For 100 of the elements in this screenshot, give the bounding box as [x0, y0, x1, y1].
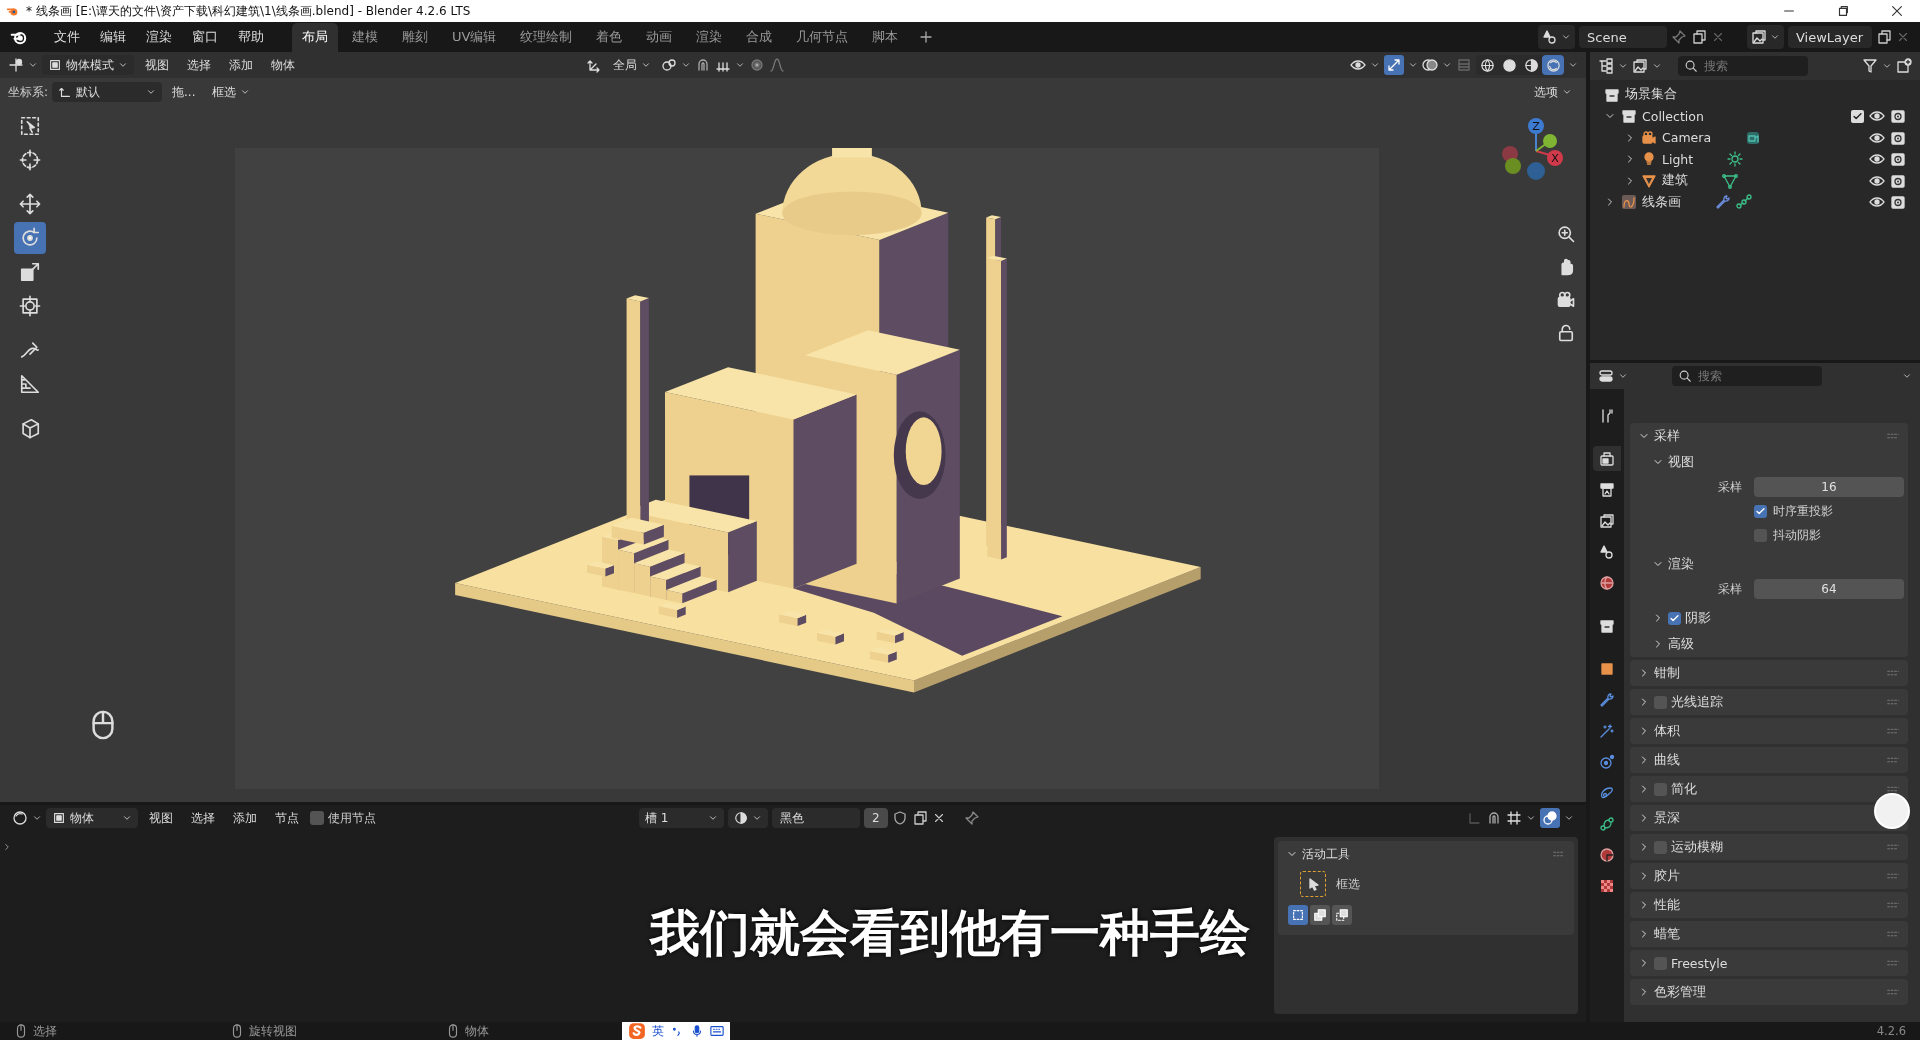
- pin-icon[interactable]: [963, 810, 980, 826]
- options-dropdown[interactable]: 选项: [1528, 82, 1578, 102]
- checkbox[interactable]: [1654, 956, 1667, 970]
- menu-item[interactable]: 选择: [184, 807, 222, 829]
- coordinate-system-dropdown[interactable]: 默认: [52, 82, 163, 102]
- maximize-icon[interactable]: [1836, 4, 1850, 18]
- checkbox[interactable]: [310, 811, 324, 825]
- properties-editor-icon[interactable]: [1598, 368, 1614, 384]
- exclude-checkbox[interactable]: [1851, 109, 1864, 123]
- overlay-icon[interactable]: [1542, 810, 1558, 826]
- sun-icon[interactable]: [1727, 151, 1744, 168]
- camera-icon[interactable]: [1556, 290, 1576, 310]
- workspace-tab[interactable]: 建模: [342, 23, 388, 52]
- rotate-tool-button[interactable]: [14, 222, 46, 254]
- selection-mode-button[interactable]: [1332, 905, 1352, 925]
- workspace-tab[interactable]: 纹理绘制: [510, 23, 583, 52]
- search-input[interactable]: 搜索: [1702, 58, 1792, 74]
- selection-mode-button[interactable]: [1288, 905, 1308, 925]
- wrench-icon[interactable]: [1715, 194, 1731, 211]
- checkbox-label[interactable]: 抖动阴影: [1773, 526, 1821, 544]
- lock-icon[interactable]: [1556, 323, 1576, 343]
- workspace-tab[interactable]: 几何节点: [786, 23, 859, 52]
- display-mode-icon[interactable]: [1632, 58, 1648, 74]
- menu-item[interactable]: 帮助: [230, 25, 272, 49]
- menu-item[interactable]: 选择: [180, 54, 218, 76]
- checkbox-label[interactable]: 使用节点: [328, 809, 376, 827]
- menu-item[interactable]: 添加: [226, 807, 264, 829]
- render-camera-icon[interactable]: [1890, 172, 1906, 189]
- number-field[interactable]: 16: [1754, 477, 1904, 497]
- panel-header[interactable]: 曲线: [1654, 751, 1680, 769]
- workspace-tab[interactable]: 渲染: [686, 23, 733, 52]
- search-field[interactable]: 搜索: [1672, 366, 1822, 386]
- panel-header[interactable]: Freestyle: [1671, 955, 1728, 971]
- copy-icon[interactable]: [1876, 29, 1892, 45]
- view-layer-field[interactable]: ViewLayer: [1788, 26, 1872, 48]
- editor-type-icon[interactable]: [8, 57, 24, 73]
- panel-header[interactable]: 胶片: [1654, 867, 1680, 885]
- search-field[interactable]: 搜索: [1678, 56, 1808, 76]
- workspace-tab[interactable]: 动画: [636, 23, 683, 52]
- panel-header[interactable]: 渲染: [1668, 555, 1694, 573]
- outliner-item[interactable]: Camera: [1662, 130, 1712, 146]
- outliner-item[interactable]: 线条画: [1642, 193, 1681, 211]
- overlay-icon[interactable]: [1422, 57, 1438, 73]
- user-count[interactable]: 2: [864, 808, 888, 828]
- checkbox-label[interactable]: 时序重投影: [1773, 502, 1833, 520]
- fake-user-icon[interactable]: [891, 810, 908, 826]
- select-mode-dropdown[interactable]: 框选: [205, 82, 256, 102]
- filter-icon[interactable]: [1862, 58, 1878, 74]
- material-name-field[interactable]: 黑色: [772, 808, 860, 828]
- menu-item[interactable]: 物体: [264, 54, 302, 76]
- checkbox[interactable]: [1668, 611, 1681, 625]
- camera-data-icon[interactable]: [1745, 129, 1762, 146]
- triangle-mesh-icon[interactable]: [1722, 172, 1738, 189]
- outliner-item[interactable]: Light: [1662, 151, 1694, 167]
- snap-grid-icon[interactable]: [1506, 810, 1522, 826]
- render-camera-icon[interactable]: [1890, 129, 1906, 146]
- menu-item[interactable]: 视图: [142, 807, 180, 829]
- panel-header[interactable]: 性能: [1654, 896, 1680, 914]
- panel-header[interactable]: 采样: [1654, 427, 1680, 445]
- workspace-tab[interactable]: 布局: [292, 23, 338, 52]
- zoom-icon[interactable]: [1556, 224, 1576, 244]
- pivot-icon[interactable]: [660, 57, 677, 73]
- workspace-tab[interactable]: 合成: [736, 23, 783, 52]
- slot-dropdown[interactable]: 槽 1: [639, 808, 724, 828]
- render-camera-icon[interactable]: [1890, 108, 1906, 125]
- checkbox[interactable]: [1754, 504, 1767, 518]
- view-layer-icon[interactable]: [1751, 29, 1767, 45]
- new-collection-icon[interactable]: [1896, 58, 1912, 74]
- gizmo-toggle-icon[interactable]: [1386, 57, 1402, 73]
- shader-editor-icon[interactable]: [12, 810, 28, 826]
- microphone-icon[interactable]: [690, 1024, 704, 1038]
- rendered-shading-button[interactable]: [1542, 55, 1564, 75]
- outliner-item[interactable]: 建筑: [1662, 172, 1688, 190]
- stroke-points-icon[interactable]: [1736, 194, 1752, 211]
- navigation-gizmo[interactable]: Z X: [1498, 116, 1568, 206]
- checkbox[interactable]: [1754, 528, 1767, 542]
- render-camera-icon[interactable]: [1890, 194, 1906, 211]
- panel-header[interactable]: 活动工具: [1302, 845, 1350, 863]
- menu-item[interactable]: 文件: [46, 25, 88, 49]
- checkbox[interactable]: [1654, 782, 1667, 796]
- render-camera-icon[interactable]: [1890, 151, 1906, 168]
- input-method-logo-icon[interactable]: [628, 1022, 646, 1040]
- scene-icon[interactable]: [1542, 29, 1558, 45]
- menu-item[interactable]: 视图: [138, 54, 176, 76]
- drag-dropdown[interactable]: 拖...: [166, 82, 202, 102]
- pin-icon[interactable]: [1671, 29, 1687, 45]
- workspace-tab[interactable]: UV编辑: [442, 23, 507, 52]
- menu-item[interactable]: 节点: [268, 807, 306, 829]
- outliner-item[interactable]: Collection: [1642, 108, 1704, 124]
- proportional-edit-icon[interactable]: [748, 57, 765, 73]
- panel-header[interactable]: 景深: [1654, 809, 1680, 827]
- material-browse-button[interactable]: [728, 808, 768, 828]
- menu-item[interactable]: 渲染: [138, 25, 180, 49]
- orientation-dropdown[interactable]: 全局: [606, 55, 657, 75]
- copy-icon[interactable]: [1691, 29, 1707, 45]
- close-icon[interactable]: [1890, 4, 1904, 18]
- input-language-label[interactable]: 英: [652, 1022, 664, 1040]
- panel-header[interactable]: 蜡笔: [1654, 925, 1680, 943]
- scene-field[interactable]: Scene: [1579, 26, 1667, 48]
- menu-item[interactable]: 编辑: [92, 25, 134, 49]
